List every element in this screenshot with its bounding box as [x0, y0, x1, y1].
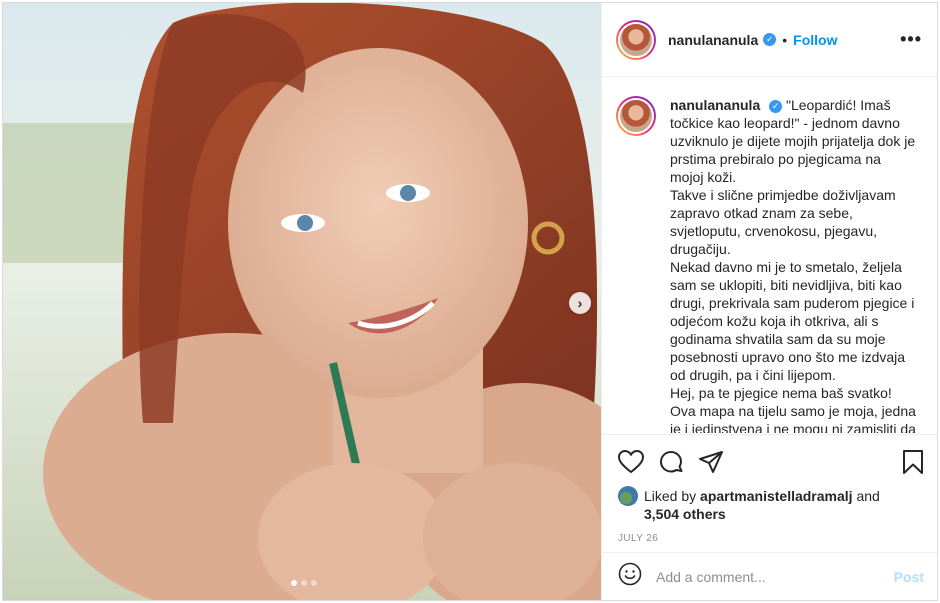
- heart-icon[interactable]: [618, 450, 644, 474]
- caption-line: posebnosti upravo ono što me izdvaja: [670, 349, 906, 365]
- caption-line: Ova mapa na tijelu samo je moja, jedna: [670, 403, 916, 419]
- liked-prefix: Liked by: [644, 488, 697, 504]
- likes-count-link[interactable]: 3,504 others: [644, 506, 726, 522]
- carousel-dots: [291, 580, 317, 586]
- caption-line: sam se uklopiti, biti nevidljiva, biti k…: [670, 277, 902, 293]
- post-photo[interactable]: ›: [3, 3, 601, 600]
- post-date[interactable]: JULY 26: [618, 533, 924, 544]
- paper-plane-icon[interactable]: [698, 450, 724, 474]
- caption-line: Hej, pa te pjegice nema baš svatko!: [670, 385, 892, 401]
- caption-line: godinama shvatila sam da su moje: [670, 331, 886, 347]
- caption-line: "Leopardić! Imaš: [786, 97, 891, 113]
- post-actions: Liked by apartmanistelladramalj and 3,50…: [602, 434, 937, 554]
- caption-line: uzviknulo je dijete mojih prijatelja dok…: [670, 133, 916, 149]
- liker-avatar[interactable]: [618, 486, 638, 506]
- caption-avatar[interactable]: [616, 96, 656, 433]
- caption-line: od drugih, pa i čini lijepom.: [670, 367, 836, 383]
- post-side-panel: nanulananula ✓ • Follow ••• nanulananula…: [601, 3, 937, 600]
- carousel-dot: [291, 580, 297, 586]
- caption-line: zapravo otkad znam za sebe,: [670, 205, 853, 221]
- comment-bar: Post: [602, 552, 937, 600]
- liked-and: and: [856, 488, 880, 504]
- caption-scroll-area[interactable]: nanulananula ✓ "Leopardić! Imaš točkice …: [602, 78, 937, 433]
- instagram-post-window: › nanulananula ✓ • Follow ••• nanulananu…: [2, 2, 938, 601]
- caption-line: svjetloputu, crvenokosu, pjegavu,: [670, 223, 878, 239]
- smiley-icon[interactable]: [618, 562, 642, 591]
- caption-line: Takve i slične primjedbe doživljavam: [670, 187, 896, 203]
- profile-avatar[interactable]: [616, 19, 656, 60]
- follow-button[interactable]: Follow: [793, 32, 837, 48]
- verified-badge-icon: ✓: [769, 99, 783, 113]
- caption-line: Nekad davno mi je to smetalo, željela: [670, 259, 902, 275]
- liker-username-link[interactable]: apartmanistelladramalj: [700, 488, 853, 504]
- caption-line: drugačiju.: [670, 241, 731, 257]
- caption-line: prstima prebiralo po pjegicama na: [670, 151, 881, 167]
- comment-bubble-icon[interactable]: [658, 449, 684, 475]
- carousel-dot: [301, 580, 307, 586]
- bookmark-icon[interactable]: [902, 449, 924, 475]
- post-header: nanulananula ✓ • Follow •••: [602, 3, 937, 77]
- more-options-icon[interactable]: •••: [900, 30, 922, 48]
- header-username-link[interactable]: nanulananula: [668, 32, 758, 48]
- caption-line: točkice kao leopard!" - jednom davno: [670, 115, 900, 131]
- post-comment-button[interactable]: Post: [894, 569, 924, 585]
- caption-line: odjećom kožu koja ih otkriva, ali s: [670, 313, 879, 329]
- verified-badge-icon: ✓: [763, 33, 777, 46]
- caption-line: je i jedinstvena i ne mogu ni zamisliti …: [670, 421, 916, 433]
- caption-text: nanulananula ✓ "Leopardić! Imaš točkice …: [670, 96, 926, 433]
- portrait-illustration: [3, 3, 601, 600]
- caption-username-link[interactable]: nanulananula: [670, 97, 760, 113]
- caption-line: mojoj koži.: [670, 169, 737, 185]
- caption-line: drugi, prekrivala sam puderom pjegice i: [670, 295, 915, 311]
- carousel-dot: [311, 580, 317, 586]
- avatar-image: [618, 21, 654, 58]
- comment-input[interactable]: [656, 568, 894, 585]
- likes-summary: Liked by apartmanistelladramalj and 3,50…: [618, 486, 924, 523]
- action-icons-row: [618, 447, 924, 477]
- header-separator: •: [782, 31, 788, 48]
- carousel-next-button[interactable]: ›: [569, 292, 591, 314]
